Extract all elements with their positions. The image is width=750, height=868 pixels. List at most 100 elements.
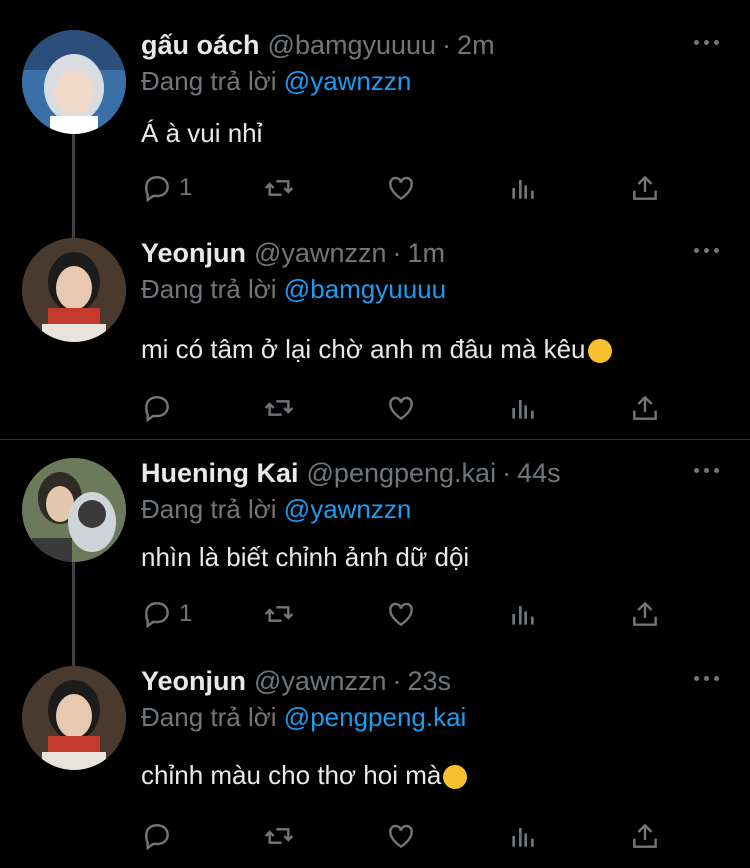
avatar[interactable] [22,30,126,134]
views-icon [512,828,534,847]
share-button[interactable] [629,388,661,428]
views-icon [512,400,534,419]
reply-context: Đang trả lời @yawnzzn [141,66,411,97]
avatar[interactable] [22,458,126,562]
tweet-text: mi có tâm ở lại chờ anh m đâu mà kêu [141,334,612,365]
tweet-text: chỉnh màu cho thơ hoi mà [141,760,468,791]
display-name[interactable]: Yeonjun [141,238,246,269]
share-button[interactable] [629,816,661,856]
user-handle[interactable]: @yawnzzn [254,666,386,697]
views-button[interactable] [507,168,539,208]
avatar[interactable] [22,238,126,342]
reply-count: 1 [179,600,193,627]
reply-to-link[interactable]: @pengpeng.kai [284,702,467,732]
tweet-text: nhìn là biết chỉnh ảnh dữ dội [141,542,470,572]
thread-line [72,562,75,666]
separator: · [392,238,402,268]
tweet-2[interactable]: Yeonjun @yawnzzn · 1m Đang trả lời @bamg… [0,238,750,438]
more-icon[interactable] [694,668,720,688]
share-icon [633,395,657,420]
timestamp[interactable]: 23s [407,666,451,697]
user-handle[interactable]: @bamgyuuuu [268,30,437,61]
reply-label: Đang trả lời [141,274,277,304]
heart-icon [389,824,413,849]
reply-icon [145,176,169,203]
reply-context: Đang trả lời @pengpeng.kai [141,702,466,733]
display-name[interactable]: Huening Kai [141,458,299,489]
more-icon[interactable] [694,460,720,480]
reply-label: Đang trả lời [141,66,277,96]
separator: · [442,30,452,60]
user-handle[interactable]: @yawnzzn [254,238,386,269]
reply-icon [145,602,169,629]
more-icon[interactable] [694,240,720,260]
share-icon [633,175,657,200]
tweet-header: gấu oách @bamgyuuuu · 2m [141,30,495,70]
separator: · [502,458,512,488]
tweet-header: Yeonjun @yawnzzn · 1m [141,238,445,278]
heart-icon [389,176,413,201]
reply-icon [145,396,169,423]
reply-context: Đang trả lời @bamgyuuuu [141,274,446,305]
retweet-icon [264,828,294,844]
heart-icon [389,602,413,627]
heart-icon [389,396,413,421]
action-bar: 1 [141,594,681,634]
reply-button[interactable] [141,816,179,856]
views-icon [512,606,534,625]
reply-button[interactable] [141,388,179,428]
tweet-text: Á à vui nhỉ [141,118,263,148]
user-handle[interactable]: @pengpeng.kai [307,458,497,489]
like-button[interactable] [385,168,417,208]
retweet-icon [264,180,294,196]
like-button[interactable] [385,816,417,856]
tweet-4[interactable]: Yeonjun @yawnzzn · 23s Đang trả lời @pen… [0,666,750,866]
views-button[interactable] [507,594,539,634]
views-icon [512,180,534,199]
reply-context: Đang trả lời @yawnzzn [141,494,411,525]
action-bar: 1 [141,168,681,208]
retweet-button[interactable] [263,816,295,856]
timestamp[interactable]: 2m [457,30,495,61]
retweet-button[interactable] [263,388,295,428]
reply-button[interactable]: 1 [141,168,192,208]
tweet-1[interactable]: gấu oách @bamgyuuuu · 2m Đang trả lời @y… [0,30,750,264]
tweet-3[interactable]: Huening Kai @pengpeng.kai · 44s Đang trả… [0,458,750,666]
reply-label: Đang trả lời [141,494,277,524]
tweet-text-content: chỉnh màu cho thơ hoi mà [141,760,442,790]
reply-to-link[interactable]: @yawnzzn [284,494,412,524]
reply-button[interactable]: 1 [141,594,192,634]
thread-divider [0,439,750,440]
share-button[interactable] [629,594,661,634]
avatar[interactable] [22,666,126,770]
retweet-button[interactable] [263,168,295,208]
tweet-text-content: mi có tâm ở lại chờ anh m đâu mà kêu [141,334,586,364]
reply-to-link[interactable]: @bamgyuuuu [284,274,446,304]
display-name[interactable]: gấu oách [141,30,260,61]
reply-count: 1 [179,174,193,201]
action-bar [141,816,681,856]
retweet-icon [264,400,294,416]
action-bar [141,388,681,428]
like-button[interactable] [385,594,417,634]
share-icon [633,601,657,626]
timestamp[interactable]: 44s [517,458,561,489]
display-name[interactable]: Yeonjun [141,666,246,697]
more-icon[interactable] [694,32,720,52]
retweet-icon [264,606,294,622]
share-button[interactable] [629,168,661,208]
views-button[interactable] [507,816,539,856]
disappointed-emoji-icon [443,765,468,790]
tweet-header: Yeonjun @yawnzzn · 23s [141,666,451,706]
rolling-eyes-emoji-icon [587,339,612,364]
reply-icon [145,824,169,851]
views-button[interactable] [507,388,539,428]
reply-label: Đang trả lời [141,702,277,732]
like-button[interactable] [385,388,417,428]
tweet-header: Huening Kai @pengpeng.kai · 44s [141,458,561,498]
timestamp[interactable]: 1m [407,238,445,269]
reply-to-link[interactable]: @yawnzzn [284,66,412,96]
retweet-button[interactable] [263,594,295,634]
share-icon [633,823,657,848]
separator: · [392,666,402,696]
